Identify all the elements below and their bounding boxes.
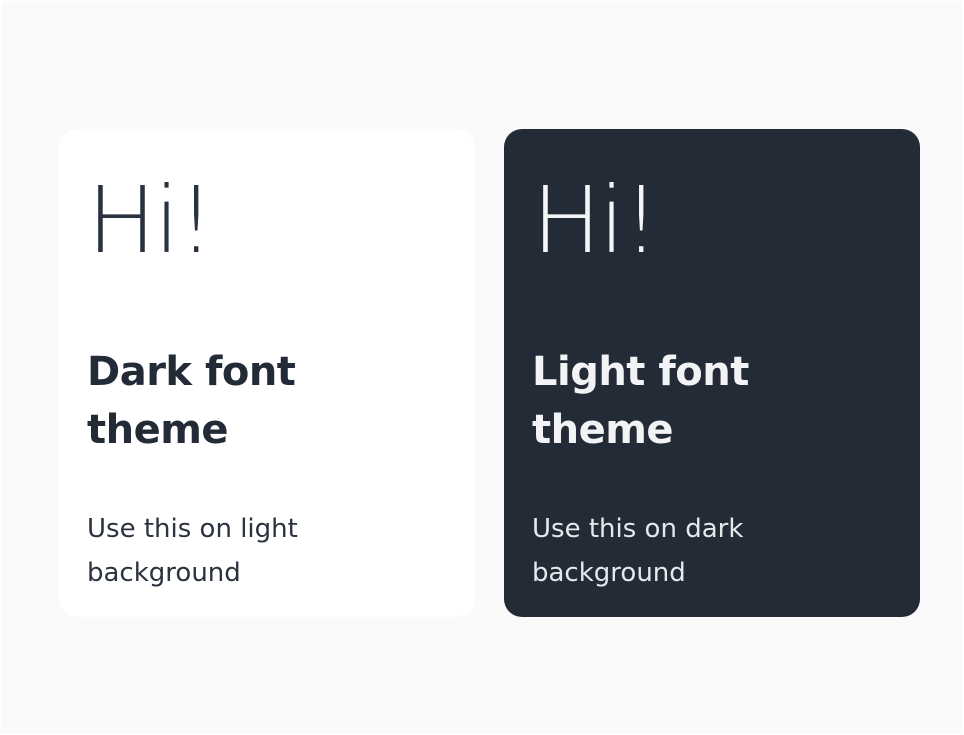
- light-font-theme-card[interactable]: Hi! Light font theme Use this on dark ba…: [504, 129, 920, 617]
- theme-preview-canvas: Hi! Dark font theme Use this on light ba…: [0, 0, 964, 735]
- card-description: Use this on light background: [87, 514, 298, 588]
- card-title: Light font theme: [532, 349, 749, 453]
- dark-font-theme-card[interactable]: Hi! Dark font theme Use this on light ba…: [59, 129, 475, 617]
- greeting-text: Hi!: [87, 167, 215, 274]
- card-title: Dark font theme: [87, 349, 296, 453]
- greeting-text: Hi!: [532, 167, 660, 274]
- card-description: Use this on dark background: [532, 514, 744, 588]
